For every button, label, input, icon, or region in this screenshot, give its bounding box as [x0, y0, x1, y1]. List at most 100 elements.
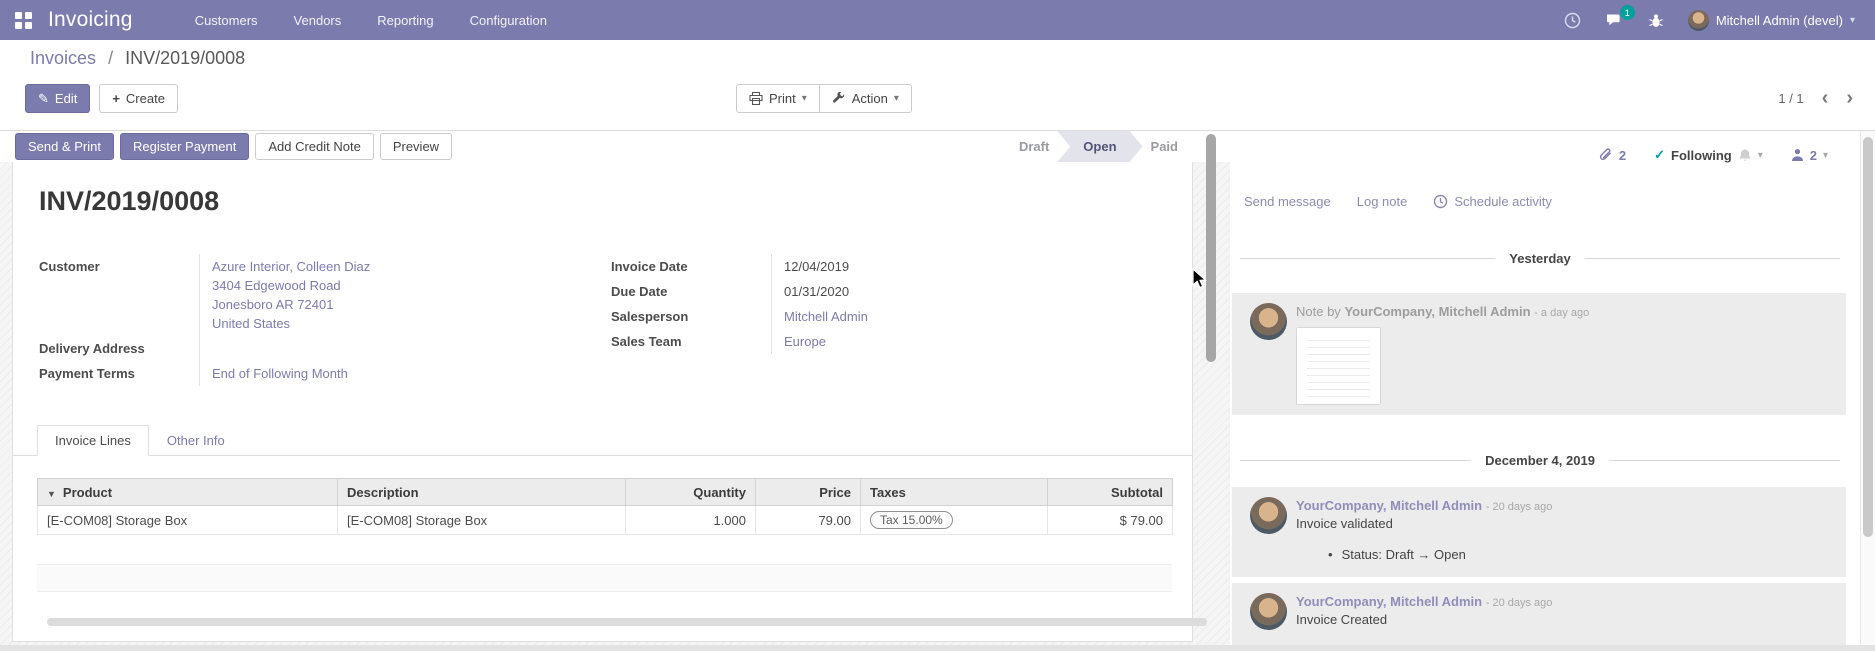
paperclip-icon	[1598, 147, 1613, 163]
message-author-link[interactable]: YourCompany, Mitchell Admin	[1296, 498, 1482, 513]
state-paid[interactable]: Paid	[1135, 131, 1194, 162]
salesperson-field: Mitchell Admin	[771, 304, 1031, 329]
messages-icon[interactable]: 1	[1605, 12, 1624, 28]
edit-button[interactable]: ✎ Edit	[25, 84, 90, 113]
following-label: Following	[1671, 148, 1732, 163]
state-draft[interactable]: Draft	[1003, 131, 1065, 162]
attachment-thumbnail[interactable]	[1296, 327, 1381, 405]
divider-label: Yesterday	[1509, 251, 1570, 266]
add-credit-note-button[interactable]: Add Credit Note	[255, 133, 374, 160]
menu-customers[interactable]: Customers	[195, 13, 258, 28]
user-avatar	[1688, 10, 1709, 31]
payment-terms-label: Payment Terms	[39, 361, 199, 386]
sales-team-value[interactable]: Europe	[784, 334, 826, 349]
empty-line-stripe	[37, 564, 1172, 592]
invoice-date-value: 12/04/2019	[771, 254, 1031, 279]
due-date-value: 01/31/2020	[771, 279, 1031, 304]
activities-clock-icon[interactable]	[1564, 12, 1581, 29]
log-note-button[interactable]: Log note	[1357, 194, 1408, 209]
action-dropdown-button[interactable]: Action ▾	[820, 84, 912, 113]
breadcrumb: Invoices / INV/2019/0008	[30, 48, 245, 69]
send-message-button[interactable]: Send message	[1244, 194, 1331, 209]
register-payment-button[interactable]: Register Payment	[120, 133, 249, 160]
col-price[interactable]: Price	[756, 479, 861, 506]
menu-configuration[interactable]: Configuration	[470, 13, 547, 28]
customer-name-link[interactable]: Azure Interior, Colleen Diaz	[212, 257, 599, 276]
chatter-message-validated: YourCompany, Mitchell Admin - 20 days ag…	[1232, 487, 1846, 577]
pencil-icon: ✎	[38, 91, 49, 107]
attachment-count: 2	[1619, 148, 1626, 163]
col-product[interactable]: ▼Product	[38, 479, 338, 506]
message-author-link[interactable]: YourCompany, Mitchell Admin	[1296, 594, 1482, 609]
invoice-sheet: INV/2019/0008 Customer Azure Interior, C…	[12, 162, 1193, 642]
author-avatar[interactable]	[1250, 497, 1287, 534]
col-description[interactable]: Description	[338, 479, 626, 506]
col-taxes[interactable]: Taxes	[861, 479, 1048, 506]
col-quantity[interactable]: Quantity	[626, 479, 756, 506]
chatter-note: Note by YourCompany, Mitchell Admin - a …	[1232, 293, 1846, 415]
create-label: Create	[126, 91, 165, 106]
note-author-link[interactable]: YourCompany, Mitchell Admin	[1344, 304, 1530, 319]
salesperson-label: Salesperson	[611, 304, 771, 329]
message-timestamp: - 20 days ago	[1486, 501, 1553, 513]
menu-vendors[interactable]: Vendors	[294, 13, 342, 28]
record-pager: 1 / 1 ‹ ›	[1778, 90, 1853, 106]
create-button[interactable]: + Create	[99, 84, 178, 113]
pager-previous-icon[interactable]: ‹	[1822, 90, 1829, 106]
customer-street[interactable]: 3404 Edgewood Road	[212, 276, 599, 295]
caret-down-icon: ▾	[802, 93, 807, 104]
bell-icon	[1738, 148, 1752, 163]
send-print-button[interactable]: Send & Print	[15, 133, 114, 160]
sort-caret-icon: ▼	[47, 489, 56, 499]
tab-invoice-lines[interactable]: Invoice Lines	[37, 425, 149, 456]
chatter-panel: 2 ✓ Following ▾ 2 ▾ Send message Log not…	[1230, 131, 1860, 651]
chatter-toolbar: 2 ✓ Following ▾ 2 ▾	[1598, 147, 1828, 163]
user-menu[interactable]: Mitchell Admin (devel) ▾	[1688, 10, 1855, 31]
print-dropdown-button[interactable]: Print ▾	[736, 84, 820, 113]
tab-other-info[interactable]: Other Info	[149, 425, 243, 456]
preview-button[interactable]: Preview	[380, 133, 452, 160]
schedule-activity-button[interactable]: Schedule activity	[1433, 194, 1552, 209]
pager-next-icon[interactable]: ›	[1846, 90, 1853, 106]
followers-button[interactable]: 2 ▾	[1791, 148, 1828, 163]
check-icon: ✓	[1654, 147, 1665, 163]
form-vertical-scrollbar-thumb[interactable]	[1206, 134, 1216, 362]
message-header: YourCompany, Mitchell Admin - 20 days ag…	[1296, 594, 1846, 609]
message-header: YourCompany, Mitchell Admin - 20 days ag…	[1296, 498, 1846, 513]
chatter-scrollbar[interactable]	[1860, 131, 1875, 651]
printer-icon	[749, 92, 763, 105]
salesperson-value[interactable]: Mitchell Admin	[784, 309, 868, 324]
schedule-activity-label: Schedule activity	[1454, 194, 1552, 209]
following-button[interactable]: ✓ Following ▾	[1654, 147, 1763, 163]
attachments-button[interactable]: 2	[1598, 147, 1626, 163]
app-title[interactable]: Invoicing	[48, 8, 133, 32]
caret-down-icon: ▾	[894, 93, 899, 104]
chatter-scrollbar-thumb[interactable]	[1863, 137, 1873, 537]
customer-country[interactable]: United States	[212, 314, 599, 333]
document-preview-lines	[1307, 334, 1370, 398]
cell-subtotal: $ 79.00	[1048, 506, 1173, 535]
author-avatar[interactable]	[1250, 303, 1287, 340]
author-avatar[interactable]	[1250, 593, 1287, 630]
cell-description: [E-COM08] Storage Box	[338, 506, 626, 535]
messages-count-badge: 1	[1620, 5, 1635, 20]
breadcrumb-invoices-link[interactable]: Invoices	[30, 48, 96, 68]
col-subtotal[interactable]: Subtotal	[1048, 479, 1173, 506]
payment-terms-value[interactable]: End of Following Month	[212, 366, 348, 381]
cell-taxes: Tax 15.00%	[861, 506, 1048, 535]
field-groups: Customer Azure Interior, Colleen Diaz 34…	[39, 254, 1159, 386]
note-header: Note by YourCompany, Mitchell Admin - a …	[1296, 304, 1846, 319]
apps-menu-icon[interactable]	[15, 12, 32, 29]
state-open-active[interactable]: Open	[1057, 131, 1142, 162]
invoice-line-row[interactable]: [E-COM08] Storage Box [E-COM08] Storage …	[38, 506, 1173, 535]
menu-reporting[interactable]: Reporting	[377, 13, 433, 28]
debug-bug-icon[interactable]	[1648, 12, 1664, 29]
clock-icon	[1433, 194, 1448, 209]
grid-dot	[15, 22, 22, 29]
caret-down-icon: ▾	[1758, 150, 1763, 161]
right-field-group: Invoice Date 12/04/2019 Due Date 01/31/2…	[611, 254, 1031, 386]
horizontal-scrollbar[interactable]	[47, 618, 1207, 626]
customer-city[interactable]: Jonesboro AR 72401	[212, 295, 599, 314]
grid-dot	[25, 22, 32, 29]
grid-dot	[25, 12, 32, 19]
